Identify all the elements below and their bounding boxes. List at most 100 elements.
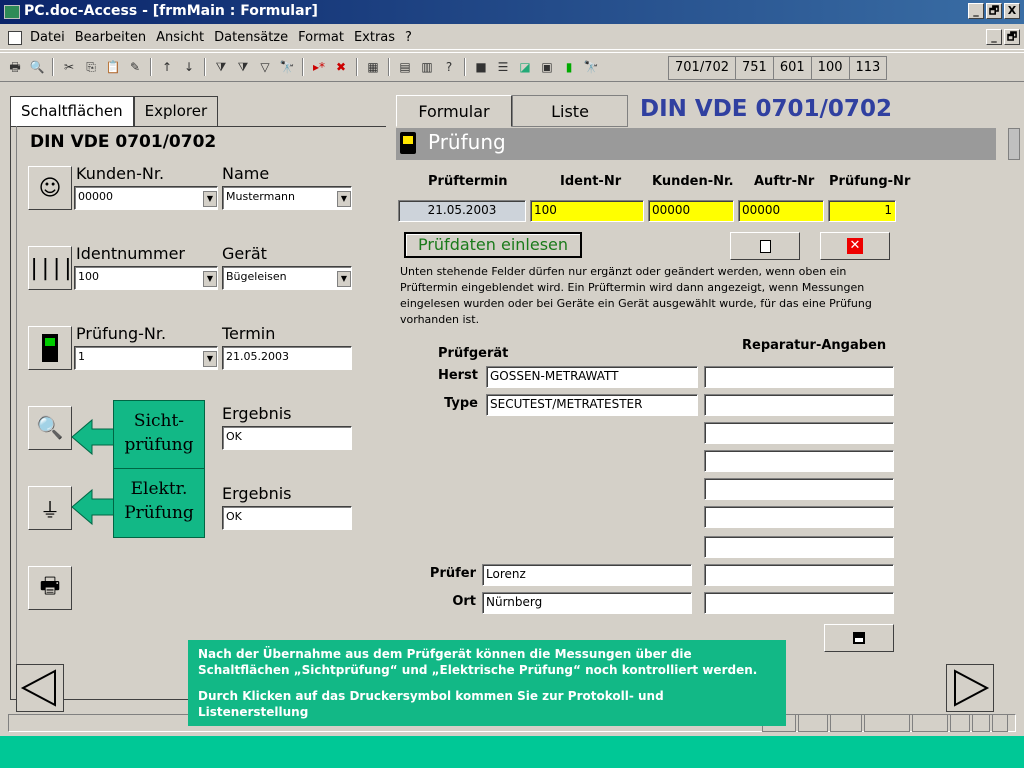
reparatur-field[interactable]	[704, 450, 894, 472]
barcode-button[interactable]: ||||	[28, 246, 74, 290]
pruefung-nr-field[interactable]: 1	[828, 200, 896, 222]
tree-icon[interactable]: ☰	[494, 58, 512, 76]
restore-button[interactable]: 🗗	[986, 3, 1002, 19]
print-preview-icon[interactable]: 🔍	[28, 58, 46, 76]
ident-nr-field[interactable]: 100	[530, 200, 644, 222]
reparatur-field[interactable]	[704, 592, 894, 614]
print-report-button[interactable]: 🖶	[28, 566, 72, 610]
database-window-icon[interactable]: ▤	[396, 58, 414, 76]
auftr-nr-field[interactable]: 00000	[738, 200, 824, 222]
binoculars-icon[interactable]: 🔭	[582, 58, 600, 76]
pruefdaten-einlesen-button[interactable]: Prüfdaten einlesen	[404, 232, 582, 258]
print-icon[interactable]: 🖶	[6, 58, 24, 76]
delete-button[interactable]: ✕	[820, 232, 890, 260]
save-button[interactable]	[824, 624, 894, 652]
col-pruefung-nr: Prüfung-Nr	[829, 174, 911, 189]
format-painter-icon[interactable]: ✎	[126, 58, 144, 76]
prueftermin-field[interactable]: 21.05.2003	[398, 200, 526, 222]
window-icon[interactable]: ■	[472, 58, 490, 76]
counter-100[interactable]: 100	[810, 56, 849, 80]
previous-button[interactable]	[16, 664, 64, 712]
delete-record-icon[interactable]: ✖	[332, 58, 350, 76]
toolbar: 🖶 🔍 ✂ ⎘ 📋 ✎ ↑ ↓ ⧩ ⧩ ▽ 🔭 ▸* ✖ ▦ ▤ ▥ ? ■ ☰…	[0, 52, 1024, 82]
note-line-1: Nach der Übernahme aus dem Prüfgerät kön…	[198, 647, 758, 677]
chart-icon[interactable]: ◪	[516, 58, 534, 76]
type-field[interactable]: SECUTEST/METRATESTER	[486, 394, 698, 416]
ident-combo[interactable]: 100 ▼	[74, 266, 218, 290]
close-button[interactable]: X	[1004, 3, 1020, 19]
bottom-band	[0, 736, 1024, 768]
sort-descending-icon[interactable]: ↓	[180, 58, 198, 76]
save-icon	[853, 632, 865, 644]
menu-datei[interactable]: Datei	[30, 30, 65, 45]
next-button[interactable]	[946, 664, 994, 712]
col-ident-nr: Ident-Nr	[560, 174, 622, 189]
dropdown-arrow-icon[interactable]: ▼	[337, 191, 351, 207]
cut-icon[interactable]: ✂	[60, 58, 78, 76]
tab-liste[interactable]: Liste	[512, 95, 628, 127]
menu-datensaetze[interactable]: Datensätze	[214, 30, 288, 45]
termin-field[interactable]: 21.05.2003	[222, 346, 352, 370]
form-view-icon[interactable]: ▣	[538, 58, 556, 76]
ergebnis2-field[interactable]: OK	[222, 506, 352, 530]
herst-field[interactable]: GOSSEN-METRAWATT	[486, 366, 698, 388]
tester-button[interactable]	[28, 326, 72, 370]
pruefer-field[interactable]: Lorenz	[482, 564, 692, 586]
tab-explorer[interactable]: Explorer	[133, 96, 219, 126]
counter-701-702[interactable]: 701/702	[668, 56, 736, 80]
section-title: Prüfung	[428, 130, 506, 154]
sichtpruefung-button[interactable]: 🔍	[28, 406, 72, 450]
mdi-minimize-button[interactable]: _	[986, 29, 1002, 45]
minimize-button[interactable]: _	[968, 3, 984, 19]
dropdown-arrow-icon[interactable]: ▼	[203, 191, 217, 207]
new-record-icon[interactable]: ▸*	[310, 58, 328, 76]
geraet-combo[interactable]: Bügeleisen ▼	[222, 266, 352, 290]
ergebnis1-label: Ergebnis	[222, 404, 292, 423]
dropdown-arrow-icon[interactable]: ▼	[203, 351, 217, 367]
elektr-pruefung-button[interactable]: ⏚	[28, 486, 72, 530]
new-object-icon[interactable]: ▥	[418, 58, 436, 76]
filter-selection-icon[interactable]: ⧩	[212, 58, 230, 76]
help-icon[interactable]: ?	[440, 58, 458, 76]
reparatur-field[interactable]	[704, 366, 894, 388]
reparatur-field[interactable]	[704, 564, 894, 586]
menu-bearbeiten[interactable]: Bearbeiten	[75, 30, 146, 45]
ort-label: Ort	[452, 594, 476, 609]
left-title: DIN VDE 0701/0702	[30, 132, 217, 152]
properties-icon[interactable]: ▦	[364, 58, 382, 76]
name-combo[interactable]: Mustermann ▼	[222, 186, 352, 210]
counter-113[interactable]: 113	[848, 56, 888, 80]
customer-button[interactable]: ☺	[28, 166, 72, 210]
pruefer-label: Prüfer	[429, 566, 476, 581]
scrollbar[interactable]	[1008, 128, 1020, 160]
reparatur-field[interactable]	[704, 422, 894, 444]
kunden-nr-field[interactable]: 00000	[648, 200, 734, 222]
apply-filter-icon[interactable]: ▽	[256, 58, 274, 76]
reparatur-field[interactable]	[704, 394, 894, 416]
mdi-restore-button[interactable]: 🗗	[1004, 29, 1020, 45]
menu-ansicht[interactable]: Ansicht	[156, 30, 204, 45]
dropdown-arrow-icon[interactable]: ▼	[337, 271, 351, 287]
counter-601[interactable]: 601	[772, 56, 811, 80]
paste-icon[interactable]: 📋	[104, 58, 122, 76]
counter-751[interactable]: 751	[735, 56, 773, 80]
filter-form-icon[interactable]: ⧩	[234, 58, 252, 76]
reparatur-field[interactable]	[704, 478, 894, 500]
kunden-combo[interactable]: 00000 ▼	[74, 186, 218, 210]
tester-icon[interactable]: ▮	[560, 58, 578, 76]
menu-help[interactable]: ?	[405, 30, 412, 45]
new-document-button[interactable]	[730, 232, 800, 260]
dropdown-arrow-icon[interactable]: ▼	[203, 271, 217, 287]
menu-format[interactable]: Format	[298, 30, 344, 45]
find-icon[interactable]: 🔭	[278, 58, 296, 76]
copy-icon[interactable]: ⎘	[82, 58, 100, 76]
reparatur-field[interactable]	[704, 506, 894, 528]
sort-ascending-icon[interactable]: ↑	[158, 58, 176, 76]
ergebnis1-field[interactable]: OK	[222, 426, 352, 450]
reparatur-field[interactable]	[704, 536, 894, 558]
ort-field[interactable]: Nürnberg	[482, 592, 692, 614]
menu-extras[interactable]: Extras	[354, 30, 395, 45]
tab-schaltflaechen[interactable]: Schaltflächen	[10, 96, 134, 126]
tab-formular[interactable]: Formular	[396, 95, 512, 127]
pruefnr-combo[interactable]: 1 ▼	[74, 346, 218, 370]
